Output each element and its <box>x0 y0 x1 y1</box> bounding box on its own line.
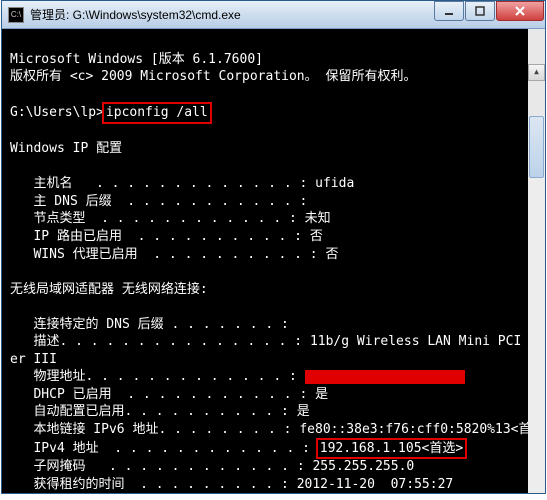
conn-dns-label: 连接特定的 DNS 后缀 <box>33 317 163 332</box>
section-title: Windows IP 配置 <box>10 141 122 156</box>
wins-proxy-label: WINS 代理已启用 <box>33 247 137 262</box>
cmd-window: C:\ 管理员: G:\Windows\system32\cmd.exe Mic… <box>1 0 546 494</box>
hostname-value: ufida <box>315 176 354 191</box>
adapter-title: 无线局域网适配器 无线网络连接: <box>10 282 208 297</box>
header-line: Microsoft Windows [版本 6.1.7600] <box>10 52 263 67</box>
ipv4-highlight: 192.168.1.105<首选> <box>316 438 467 460</box>
titlebar[interactable]: C:\ 管理员: G:\Windows\system32\cmd.exe <box>2 1 545 29</box>
scroll-track[interactable] <box>528 116 545 493</box>
scroll-up-button[interactable]: ▲ <box>528 64 545 81</box>
desc-label: 描述 <box>33 334 59 349</box>
desc-wrap: er III <box>10 352 57 367</box>
ipv4-label: IPv4 地址 <box>33 441 98 456</box>
physaddr-redacted <box>305 370 465 384</box>
command-text: ipconfig /all <box>106 105 208 120</box>
ipv4-value: 192.168.1.105<首选> <box>320 441 463 456</box>
autoconf-value: 是 <box>297 404 310 419</box>
wins-proxy-value: 否 <box>325 247 338 262</box>
close-button[interactable] <box>496 1 544 21</box>
scroll-thumb[interactable] <box>529 116 544 178</box>
subnet-value: 255.255.255.0 <box>312 459 414 474</box>
minimize-button[interactable] <box>434 1 464 21</box>
command-highlight: ipconfig /all <box>102 102 212 124</box>
lease-obt-label: 获得租约的时间 <box>33 477 124 492</box>
ipv6-link-label: 本地链接 IPv6 地址 <box>33 422 158 437</box>
window-title: 管理员: G:\Windows\system32\cmd.exe <box>30 6 241 23</box>
dns-suffix-label: 主 DNS 后缀 <box>33 194 111 209</box>
subnet-label: 子网掩码 <box>33 459 85 474</box>
window-controls <box>434 1 545 21</box>
ip-routing-value: 否 <box>310 229 323 244</box>
node-type-label: 节点类型 <box>33 211 85 226</box>
dhcp-enabled-label: DHCP 已启用 <box>33 387 111 402</box>
lease-obt-value: 2012-11-20 07:55:27 <box>297 477 454 492</box>
dhcp-enabled-value: 是 <box>315 387 328 402</box>
prompt: G:\Users\lp> <box>10 105 104 120</box>
ip-routing-label: IP 路由已启用 <box>33 229 121 244</box>
cmd-icon: C:\ <box>8 7 24 23</box>
node-type-value: 未知 <box>305 211 331 226</box>
maximize-button[interactable] <box>465 1 495 21</box>
autoconf-label: 自动配置已启用 <box>33 404 124 419</box>
desc-value: 11b/g Wireless LAN Mini PCI Ex <box>310 334 545 349</box>
console-output: Microsoft Windows [版本 6.1.7600] 版权所有 <c>… <box>2 29 545 493</box>
vertical-scrollbar[interactable]: ▲ ▼ <box>528 29 545 493</box>
hostname-label: 主机名 <box>33 176 72 191</box>
ipv6-link-value: fe80::38e3:f76:cff0:5820%13<首 <box>299 422 531 437</box>
copyright-line: 版权所有 <c> 2009 Microsoft Corporation。 保留所… <box>10 69 416 84</box>
physaddr-label: 物理地址 <box>33 369 85 384</box>
